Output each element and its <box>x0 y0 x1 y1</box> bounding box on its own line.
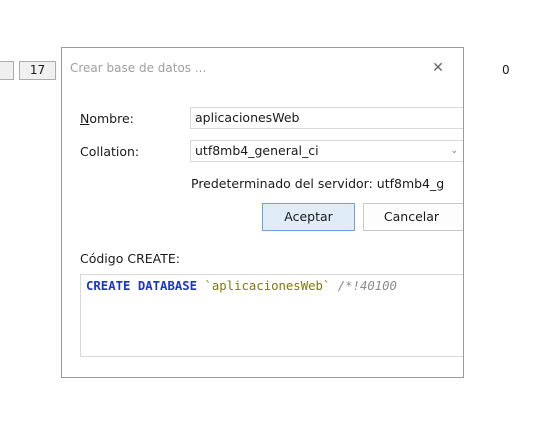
chevron-down-icon[interactable]: ⌄ <box>450 141 458 161</box>
collation-value: utf8mb4_general_ci <box>195 143 319 158</box>
create-database-dialog: Crear base de datos ... ✕ Nombre: aplica… <box>61 47 464 378</box>
collation-label: Collation: <box>80 144 140 159</box>
create-code-editor[interactable]: CREATE DATABASE `aplicacionesWeb` /*!401… <box>80 274 463 357</box>
dialog-title: Crear base de datos ... <box>70 61 207 75</box>
dialog-title-bar[interactable]: Crear base de datos ... ✕ <box>62 48 463 90</box>
sql-comment: /*!40100 <box>337 279 397 293</box>
background-field-left[interactable] <box>0 61 14 80</box>
collation-select[interactable]: utf8mb4_general_ci ⌄ <box>190 140 463 162</box>
server-default-text: Predeterminado del servidor: utf8mb4_g <box>191 176 445 191</box>
background-value: 0 <box>502 63 510 77</box>
create-code-label: Código CREATE: <box>80 251 180 266</box>
accept-button[interactable]: Aceptar <box>262 203 355 231</box>
sql-identifier: `aplicacionesWeb` <box>204 279 331 293</box>
background-number-field[interactable]: 17 <box>19 61 56 80</box>
cancel-button[interactable]: Cancelar <box>363 203 463 231</box>
name-label: Nombre: <box>80 111 134 126</box>
close-icon[interactable]: ✕ <box>428 58 448 78</box>
sql-keyword-database: DATABASE <box>137 279 198 293</box>
sql-keyword-create: CREATE <box>86 279 131 293</box>
name-input[interactable]: aplicacionesWeb <box>190 107 463 129</box>
